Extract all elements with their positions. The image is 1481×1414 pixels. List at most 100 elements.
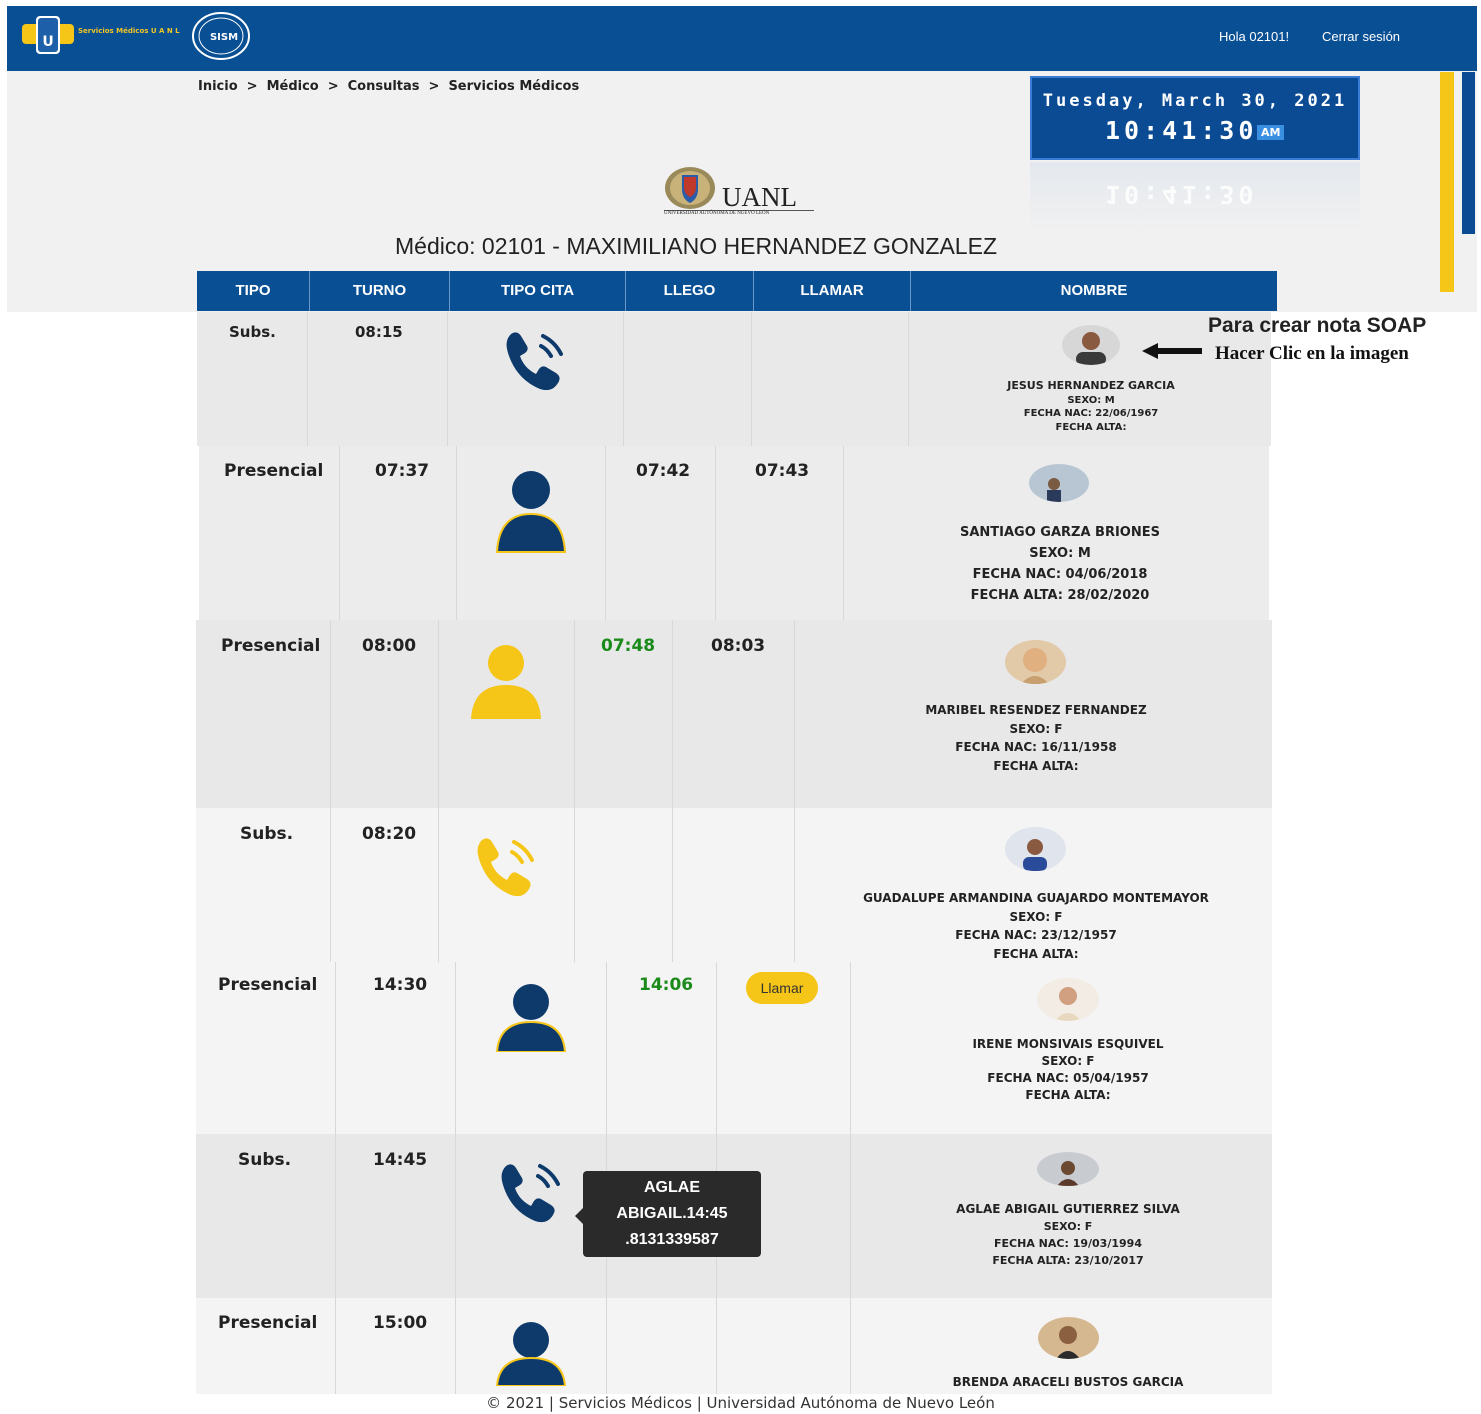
column-divider — [574, 620, 575, 962]
breadcrumb-consultas[interactable]: Consultas — [348, 79, 420, 94]
patient-fecha-alta: FECHA ALTA: 23/10/2017 — [992, 1254, 1144, 1267]
patient-name: JESUS HERNANDEZ GARCIA — [1007, 379, 1175, 392]
patient-sexo: SEXO: M — [1067, 394, 1115, 406]
row-llamar: 07:43 — [755, 461, 810, 481]
column-divider — [438, 620, 439, 962]
doctor-title: Médico: 02101 - MAXIMILIANO HERNANDEZ GO… — [395, 233, 997, 259]
person-icon — [495, 1322, 567, 1390]
column-divider — [850, 962, 851, 1394]
row-llego: 07:48 — [601, 636, 656, 656]
soap-annotation-hint: Hacer Clic en la imagen — [1215, 343, 1409, 364]
soap-annotation-title: Para crear nota SOAP — [1208, 314, 1427, 337]
column-nombre: NOMBRE — [1060, 282, 1128, 299]
patient-info: JESUS HERNANDEZ GARCIA SEXO: M FECHA NAC… — [908, 379, 1274, 434]
row-llego: 07:42 — [636, 461, 691, 481]
patient-name: MARIBEL RESENDEZ FERNANDEZ — [925, 703, 1147, 717]
tooltip-line: ABIGAIL.14:45 — [616, 1205, 728, 1222]
row-tipo: Presencial — [218, 975, 318, 995]
patient-name: BRENDA ARACELI BUSTOS GARCIA — [952, 1375, 1184, 1389]
patient-sexo: SEXO: M — [1029, 546, 1091, 561]
patient-photo[interactable] — [1005, 827, 1066, 871]
patient-fecha-nac: FECHA NAC: 22/06/1967 — [1023, 408, 1159, 420]
breadcrumb-separator: > — [246, 79, 258, 94]
column-divider — [455, 962, 456, 1394]
row-tipo: Presencial — [218, 1313, 318, 1333]
column-divider — [605, 446, 606, 620]
column-divider — [623, 312, 624, 446]
sism-logo[interactable]: SISM — [190, 11, 252, 61]
contact-tooltip: AGLAE ABIGAIL.14:45 .8131339587 — [583, 1171, 761, 1257]
column-divider — [307, 312, 308, 446]
patient-sexo: SEXO: F — [1043, 1220, 1093, 1233]
breadcrumb-servicios[interactable]: Servicios Médicos — [448, 79, 579, 94]
row-tipo: Subs. — [240, 824, 294, 844]
patient-fecha-alta: FECHA ALTA: — [993, 946, 1079, 961]
column-divider — [751, 312, 752, 446]
column-divider — [456, 446, 457, 620]
phone-icon — [474, 836, 540, 904]
column-divider — [672, 620, 673, 962]
row-turno: 08:20 — [362, 824, 417, 844]
patient-sexo: SEXO: F — [1041, 1054, 1095, 1068]
clock-date: Tuesday, March 30, 2021 — [1042, 91, 1348, 111]
patient-photo[interactable] — [1037, 978, 1099, 1021]
tooltip-line: AGLAE — [644, 1179, 700, 1196]
phone-icon — [498, 1162, 568, 1228]
tooltip-arrow — [575, 1208, 583, 1224]
row-llamar: 08:03 — [711, 636, 766, 656]
breadcrumb-separator: > — [327, 79, 339, 94]
svg-text:U: U — [42, 34, 53, 50]
column-divider — [339, 446, 340, 620]
row-turno: 14:30 — [373, 975, 428, 995]
servicios-medicos-logo[interactable]: U — [22, 16, 74, 54]
column-divider — [447, 312, 448, 446]
breadcrumb-medico[interactable]: Médico — [267, 79, 319, 94]
patient-sexo: SEXO: F — [1009, 909, 1063, 924]
breadcrumb-inicio[interactable]: Inicio — [198, 79, 238, 94]
patient-fecha-alta: FECHA ALTA: — [1025, 1088, 1111, 1102]
breadcrumb: Inicio > Médico > Consultas > Servicios Médico… — [198, 79, 579, 94]
person-icon — [495, 984, 567, 1056]
patient-fecha-nac: FECHA NAC: 05/04/1957 — [987, 1071, 1149, 1085]
patient-name: IRENE MONSIVAIS ESQUIVEL — [972, 1037, 1164, 1051]
patient-photo[interactable] — [1037, 1152, 1099, 1186]
column-divider — [335, 962, 336, 1394]
greeting-link[interactable]: Hola 02101! — [1219, 29, 1289, 44]
decor-bar-yellow — [1440, 72, 1454, 292]
patient-photo[interactable] — [1005, 640, 1066, 684]
uanl-subtitle: UNIVERSIDAD AUTÓNOMA DE NUEVO LEÓN — [664, 210, 814, 216]
row-tipo: Presencial — [224, 461, 324, 481]
row-tipo: Presencial — [221, 636, 321, 656]
arrow-left-icon — [1142, 343, 1202, 363]
patient-photo[interactable] — [1062, 325, 1120, 365]
patient-fecha-alta: FECHA ALTA: — [993, 758, 1079, 773]
column-divider — [330, 620, 331, 962]
llamar-button[interactable]: Llamar — [746, 972, 818, 1004]
patient-sexo: SEXO: F — [1009, 721, 1063, 736]
footer: © 2021 | Servicios Médicos | Universidad… — [486, 1394, 995, 1412]
row-tipo: Subs. — [229, 323, 276, 341]
person-icon — [495, 470, 567, 558]
column-tipo: TIPO — [197, 271, 310, 311]
patient-info: SANTIAGO GARZA BRIONES SEXO: M FECHA NAC… — [875, 522, 1245, 606]
patient-fecha-alta: FECHA ALTA: 28/02/2020 — [970, 588, 1150, 603]
column-divider — [843, 446, 844, 620]
column-tipo-cita: TIPO CITA — [450, 271, 626, 311]
patient-name: GUADALUPE ARMANDINA GUAJARDO MONTEMAYOR — [863, 891, 1209, 905]
logout-link[interactable]: Cerrar sesión — [1322, 29, 1400, 44]
row-turno: 08:15 — [355, 323, 403, 341]
patient-photo[interactable] — [1029, 464, 1089, 502]
logo-text: Servicios Médicos U A N L — [78, 27, 180, 35]
patient-photo[interactable] — [1038, 1317, 1099, 1359]
clock-reflection-time: 10:41:30 — [1105, 180, 1258, 209]
sism-label: SISM — [210, 32, 238, 43]
patient-info: AGLAE ABIGAIL GUTIERREZ SILVA SEXO: F FE… — [882, 1201, 1254, 1269]
clock-time: 10:41:30 — [1105, 116, 1258, 145]
row-tipo: Subs. — [238, 1150, 292, 1170]
patient-fecha-nac: FECHA NAC: 16/11/1958 — [955, 740, 1117, 754]
tooltip-line: .8131339587 — [625, 1231, 719, 1248]
row-turno: 07:37 — [375, 461, 430, 481]
patient-name: SANTIAGO GARZA BRIONES — [959, 525, 1160, 540]
row-turno: 15:00 — [373, 1313, 428, 1333]
column-divider — [715, 446, 716, 620]
